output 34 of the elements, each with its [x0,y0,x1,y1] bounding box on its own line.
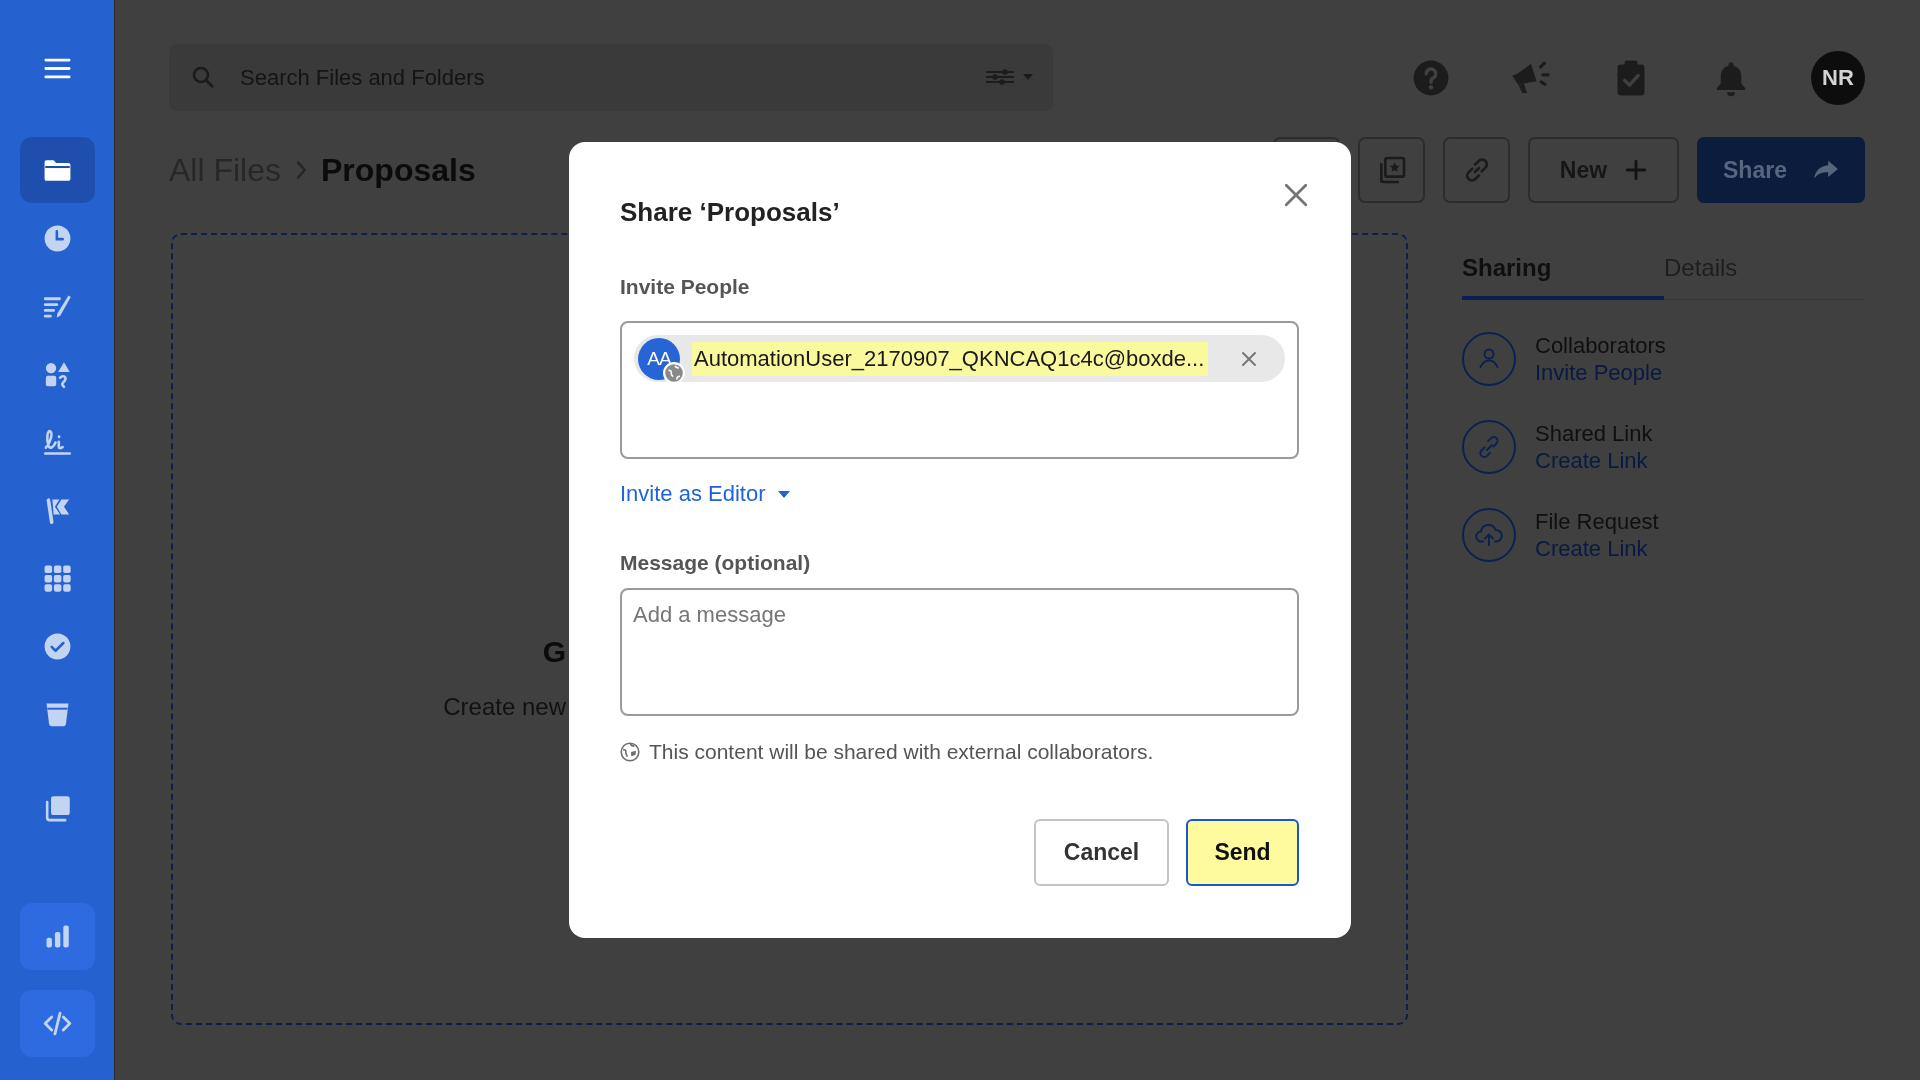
message-field[interactable]: Add a message [620,588,1299,716]
cloud-upload-icon [1462,508,1516,562]
user-avatar[interactable]: NR [1811,50,1865,105]
role-dropdown[interactable]: Invite as Editor [620,480,790,508]
close-icon [1283,182,1309,208]
filter-icon [985,68,1015,86]
field-label: Message (optional) [620,550,811,576]
send-button[interactable]: Send [1186,819,1299,886]
field-label: Invite People [620,274,750,300]
chevron-icon [295,159,307,181]
external-notice: This content will be shared with external collaborators. [649,739,1154,765]
plus-icon [1625,159,1648,181]
person-icon [1462,332,1516,386]
share-arrow-icon [1812,159,1839,181]
insights-button[interactable] [19,903,95,970]
invite-field[interactable]: AA AutomationUser_2170907_QKNCAQ1c4c@boxde... [620,321,1299,459]
cancel-button[interactable]: Cancel [1034,819,1169,886]
help-icon [1412,58,1450,97]
globe-icon [620,742,640,762]
caret-icon [1023,74,1033,80]
recipient-email: AutomationUser_2170907_QKNCAQ1c4c@boxde... [692,341,1209,376]
recipient-chip[interactable]: AA AutomationUser_2170907_QKNCAQ1c4c@boxde... [634,335,1285,382]
section-link[interactable]: Invite People [1535,359,1663,386]
search-icon [191,65,215,89]
section-link[interactable]: Create Link [1535,535,1648,562]
caret-icon [777,490,790,498]
developer-button[interactable] [19,990,95,1057]
close-button[interactable] [1283,182,1309,208]
section-link[interactable]: Create Link [1535,447,1648,474]
link-icon [1462,420,1516,474]
dialog-title: Share ‘Proposals’ [620,196,840,229]
remove-icon [1241,350,1257,367]
share-button[interactable]: Share [1697,137,1865,203]
sidebar-item[interactable] [19,137,95,203]
